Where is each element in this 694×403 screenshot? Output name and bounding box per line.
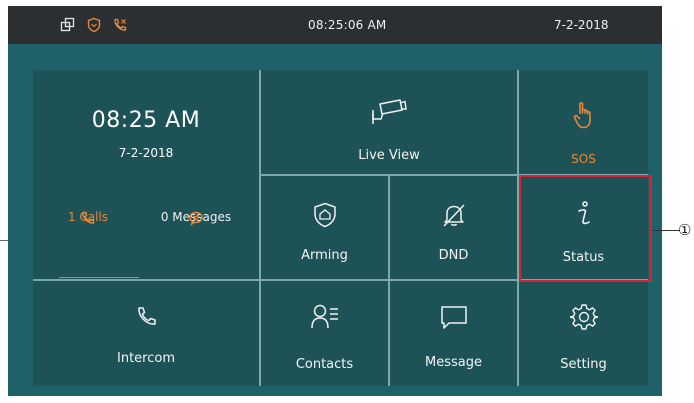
live-view-label: Live View xyxy=(358,148,420,163)
intercom-label: Intercom xyxy=(117,351,175,366)
hand-pointer-icon xyxy=(573,102,591,129)
shield-home-icon xyxy=(313,202,336,228)
arming-button[interactable]: Arming xyxy=(261,176,388,279)
calls-button[interactable]: 1 Calls xyxy=(33,210,143,224)
intercom-button[interactable]: Intercom xyxy=(33,281,259,386)
live-view-button[interactable]: Live View xyxy=(261,70,517,174)
multi-window-icon xyxy=(60,17,75,32)
contacts-icon xyxy=(310,304,338,329)
status-date: 7-2-2018 xyxy=(554,18,609,32)
bell-muted-icon xyxy=(442,204,465,227)
message-label: Message xyxy=(425,355,482,370)
status-time: 08:25:06 AM xyxy=(308,18,387,32)
gear-icon xyxy=(569,304,598,330)
phone-call-icon xyxy=(114,18,127,31)
status-bar: 08:25:06 AM 7-2-2018 xyxy=(8,6,662,44)
sos-button[interactable]: SOS xyxy=(519,70,648,174)
setting-button[interactable]: Setting xyxy=(519,281,648,386)
message-icon xyxy=(440,306,467,329)
clock-date: 7-2-2018 xyxy=(118,146,174,160)
status-highlight-box xyxy=(519,175,652,282)
callout-number: ① xyxy=(678,221,692,239)
missed-call-icon xyxy=(82,211,95,224)
calls-underline xyxy=(59,277,139,278)
contacts-button[interactable]: Contacts xyxy=(261,281,388,386)
chat-bubble-icon xyxy=(189,211,203,226)
message-button[interactable]: Message xyxy=(390,281,517,386)
left-tick-mark xyxy=(0,240,8,241)
camera-icon xyxy=(372,99,407,124)
phone-icon xyxy=(138,307,156,325)
sos-label: SOS xyxy=(571,152,596,166)
contacts-label: Contacts xyxy=(295,357,354,372)
setting-label: Setting xyxy=(560,357,607,372)
status-icons xyxy=(60,17,128,33)
dnd-button[interactable]: DND xyxy=(390,176,517,279)
arming-label: Arming xyxy=(301,248,348,263)
clock-time: 08:25 AM xyxy=(91,108,201,133)
messages-button[interactable]: 0 Messages xyxy=(141,210,251,226)
clock-panel: 08:25 AM 7-2-2018 1 Calls 0 Messages xyxy=(33,70,259,279)
callout-line xyxy=(652,230,680,231)
dnd-label: DND xyxy=(438,248,469,263)
shield-icon xyxy=(87,17,101,33)
